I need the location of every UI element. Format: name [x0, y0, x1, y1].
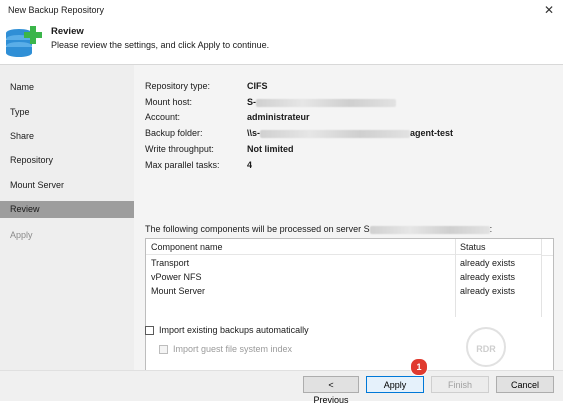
mount-host-label: Mount host: [145, 97, 193, 107]
write-throughput-label: Write throughput: [145, 144, 214, 154]
window-title: New Backup Repository [8, 5, 105, 15]
sidebar-item-share[interactable]: Share [0, 128, 134, 145]
page-subtitle: Please review the settings, and click Ap… [51, 40, 270, 50]
sidebar-item-type[interactable]: Type [0, 104, 134, 121]
sidebar-item-review[interactable]: Review [0, 201, 134, 218]
sidebar-item-apply: Apply [10, 230, 33, 240]
max-parallel-tasks-value: 4 [247, 160, 253, 170]
watermark-logo: RDR [466, 327, 506, 367]
write-throughput-value: Not limited [247, 144, 294, 154]
repository-type-value: CIFS [247, 81, 268, 91]
max-parallel-tasks-label: Max parallel tasks: [145, 160, 220, 170]
cancel-button[interactable]: Cancel [496, 376, 554, 393]
table-row[interactable]: Mount Server already exists [146, 285, 553, 298]
import-guest-index-label: Import guest file system index [173, 344, 293, 354]
database-add-icon [6, 26, 42, 57]
component-status: already exists [460, 272, 516, 282]
import-existing-checkbox[interactable] [145, 326, 154, 335]
redacted-hostname [256, 98, 396, 107]
sidebar-item-repository[interactable]: Repository [0, 152, 134, 169]
wizard-footer: < Previous Apply Finish Cancel [0, 370, 563, 405]
component-name: Transport [151, 258, 190, 268]
column-header-component[interactable]: Component name [146, 239, 456, 255]
table-row[interactable]: Transport already exists [146, 257, 553, 270]
close-icon[interactable]: ✕ [541, 2, 557, 18]
component-name: vPower NFS [151, 272, 202, 282]
finish-button: Finish [431, 376, 489, 393]
redacted-path [260, 129, 411, 138]
table-row[interactable]: vPower NFS already exists [146, 271, 553, 284]
title-bar: New Backup Repository ✕ [0, 0, 563, 20]
component-status: already exists [460, 258, 516, 268]
account-label: Account: [145, 112, 181, 122]
import-existing-label[interactable]: Import existing backups automatically [159, 325, 309, 335]
column-header-filler [542, 239, 553, 256]
wizard-steps-sidebar: Name Type Share Repository Mount Server … [0, 65, 134, 370]
repository-type-label: Repository type: [145, 81, 211, 91]
redacted-server [369, 225, 490, 234]
previous-button[interactable]: < Previous [303, 376, 359, 405]
account-value: administrateur [247, 112, 310, 122]
wizard-header: Review Please review the settings, and c… [0, 20, 563, 65]
column-header-status[interactable]: Status [456, 239, 542, 255]
review-panel: Repository type: CIFS Mount host: S- Acc… [134, 65, 563, 384]
mount-host-value: S- [247, 97, 396, 107]
apply-button[interactable]: Apply [366, 376, 424, 393]
components-caption: The following components will be process… [145, 224, 493, 234]
step-annotation-badge: 1 [410, 358, 428, 376]
sidebar-item-name[interactable]: Name [0, 79, 134, 96]
import-guest-index-checkbox [159, 345, 168, 354]
backup-folder-label: Backup folder: [145, 128, 203, 138]
component-name: Mount Server [151, 286, 206, 296]
page-title: Review [51, 26, 84, 37]
sidebar-item-mount-server[interactable]: Mount Server [0, 177, 134, 194]
backup-folder-value: \\s-agent-test [247, 128, 454, 138]
component-status: already exists [460, 286, 516, 296]
